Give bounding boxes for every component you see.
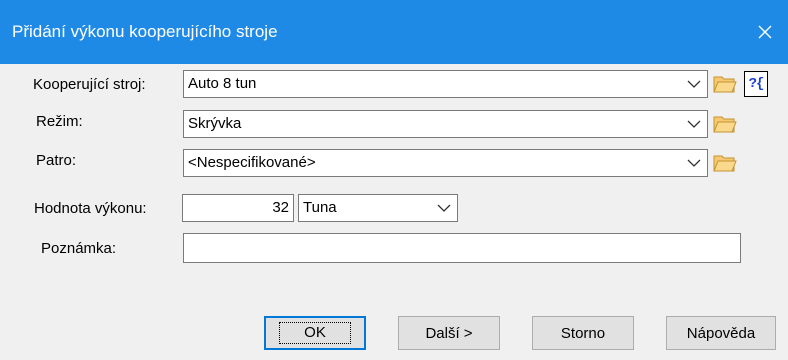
note-label: Poznámka: [41, 240, 117, 257]
note-input[interactable] [183, 233, 741, 263]
mode-value: Skrývka [188, 115, 242, 132]
title-bar: Přidání výkonu kooperujícího stroje [0, 0, 788, 64]
folder-icon [713, 155, 737, 172]
floor-combobox[interactable]: <Nespecifikované> [183, 149, 708, 177]
chevron-down-icon [687, 159, 701, 167]
ok-button-label: OK [279, 322, 351, 344]
next-button-label: Další > [425, 324, 473, 342]
cancel-button-label: Storno [560, 324, 606, 342]
close-button[interactable] [742, 14, 788, 50]
machine-combobox[interactable]: Auto 8 tun [183, 70, 708, 98]
chevron-down-icon [687, 120, 701, 128]
unit-value: Tuna [303, 199, 337, 216]
ok-button[interactable]: OK [264, 316, 366, 350]
folder-icon [713, 76, 737, 93]
cancel-button[interactable]: Storno [532, 316, 634, 350]
help-glyph: ?{ [748, 76, 765, 92]
mode-label: Režim: [36, 113, 83, 130]
machine-help-button[interactable]: ?{ [744, 71, 768, 97]
close-icon [758, 25, 772, 39]
chevron-down-icon [437, 204, 451, 212]
performance-value: 32 [272, 199, 289, 216]
performance-label: Hodnota výkonu: [34, 200, 147, 217]
mode-browse-button[interactable] [712, 112, 738, 136]
help-button-label: Nápověda [686, 324, 756, 342]
machine-label: Kooperující stroj: [33, 76, 146, 93]
performance-value-input[interactable]: 32 [182, 194, 294, 222]
next-button[interactable]: Další > [398, 316, 500, 350]
machine-value: Auto 8 tun [188, 75, 257, 92]
chevron-down-icon [687, 80, 701, 88]
unit-combobox[interactable]: Tuna [298, 194, 458, 222]
folder-icon [713, 116, 737, 133]
floor-label: Patro: [36, 152, 77, 169]
window-title: Přidání výkonu kooperujícího stroje [12, 22, 278, 41]
help-button[interactable]: Nápověda [666, 316, 776, 350]
floor-browse-button[interactable] [712, 151, 738, 175]
machine-browse-button[interactable] [712, 72, 738, 96]
mode-combobox[interactable]: Skrývka [183, 110, 708, 138]
floor-value: <Nespecifikované> [188, 154, 316, 171]
